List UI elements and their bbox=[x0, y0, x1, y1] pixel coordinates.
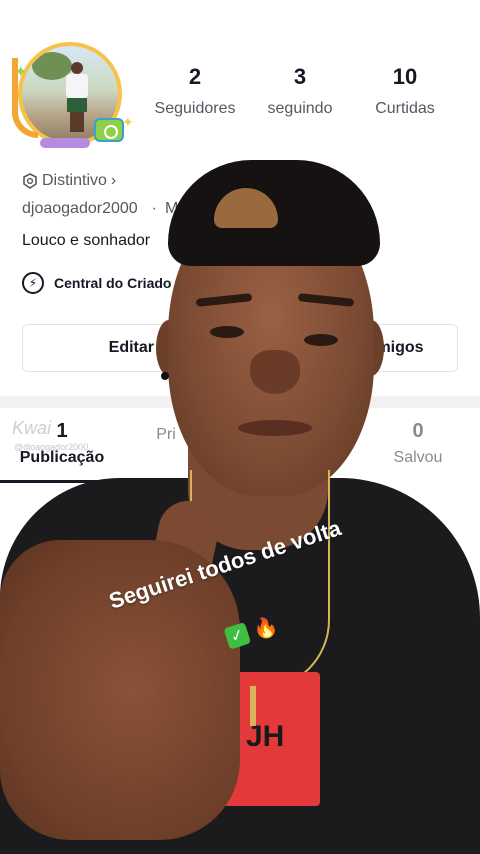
stat-followers-label: Seguidores bbox=[154, 100, 236, 117]
profile-screen: ✦ ✦ 2 Seguidores 3 seguindo 10 Curtidas … bbox=[0, 0, 480, 854]
badge-link[interactable]: Distintivo › bbox=[22, 172, 116, 190]
tab-saved[interactable]: 0 Salvou bbox=[380, 420, 456, 467]
tab-active-indicator bbox=[0, 480, 120, 483]
stat-followers-count: 2 bbox=[188, 64, 202, 89]
avatar-frame-star-icon: ✦ bbox=[14, 64, 28, 81]
avatar-frame-camera-icon bbox=[94, 118, 124, 142]
badge-label: Distintivo bbox=[42, 172, 107, 189]
stat-likes-label: Curtidas bbox=[375, 100, 435, 117]
bolt-icon: ⚡ bbox=[22, 272, 44, 294]
badge-icon bbox=[23, 173, 37, 189]
avatar-frame-decoration bbox=[40, 138, 90, 148]
username-extra: M bbox=[165, 200, 179, 217]
stat-likes[interactable]: 10 Curtidas bbox=[368, 64, 442, 118]
avatar[interactable]: ✦ ✦ bbox=[12, 38, 140, 150]
add-friends-label: migos bbox=[376, 339, 424, 356]
stat-following[interactable]: 3 seguindo bbox=[258, 64, 342, 118]
bio-text: Louco e sonhador bbox=[22, 232, 151, 249]
stat-following-count: 3 bbox=[293, 64, 307, 89]
tab-private[interactable]: Pri bbox=[146, 420, 186, 444]
chevron-right-icon: › bbox=[110, 172, 117, 189]
tab-private-label: Pri bbox=[156, 426, 176, 443]
username: djoaogador2000 bbox=[22, 200, 138, 217]
tab-saved-label: Salvou bbox=[393, 449, 443, 466]
add-friends-button[interactable]: migos bbox=[282, 324, 458, 372]
kwai-watermark-handle: @djoaogador2000 bbox=[14, 442, 89, 452]
section-divider bbox=[0, 396, 480, 408]
stat-followers[interactable]: 2 Seguidores bbox=[150, 64, 240, 118]
creator-center-label: Central do Criado bbox=[54, 275, 172, 291]
stat-following-label: seguindo bbox=[267, 100, 333, 117]
edit-profile-button[interactable]: Editar per bbox=[22, 324, 270, 372]
kwai-watermark: Kwai bbox=[12, 418, 52, 438]
stat-likes-count: 10 bbox=[392, 64, 418, 89]
username-row: djoaogador2000 · M bbox=[22, 200, 179, 217]
creator-center-link[interactable]: ⚡ Central do Criado bbox=[22, 272, 171, 294]
tab-saved-count: 0 bbox=[412, 420, 424, 442]
